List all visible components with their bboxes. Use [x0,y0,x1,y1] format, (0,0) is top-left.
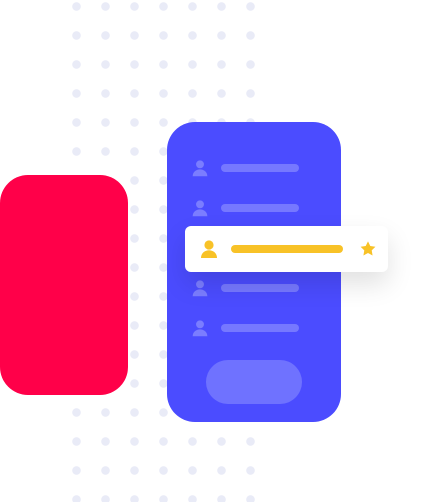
action-button[interactable] [206,360,302,404]
user-icon [192,320,208,337]
star-icon[interactable] [358,239,378,259]
user-icon [192,160,208,177]
phone-card [167,122,341,422]
illustration-canvas [0,0,438,502]
list-item-bar [221,284,299,292]
list-item-bar [221,164,299,172]
list-item-bar [221,324,299,332]
list-item [189,276,309,300]
highlighted-list-item[interactable] [185,226,388,272]
list-item [189,316,309,340]
highlight-bar [231,245,343,253]
list-item-bar [221,204,299,212]
user-icon [192,200,208,217]
list-item [189,196,309,220]
red-card-shape [0,175,128,395]
user-icon [201,240,217,258]
user-icon [192,280,208,297]
list-item [189,156,309,180]
